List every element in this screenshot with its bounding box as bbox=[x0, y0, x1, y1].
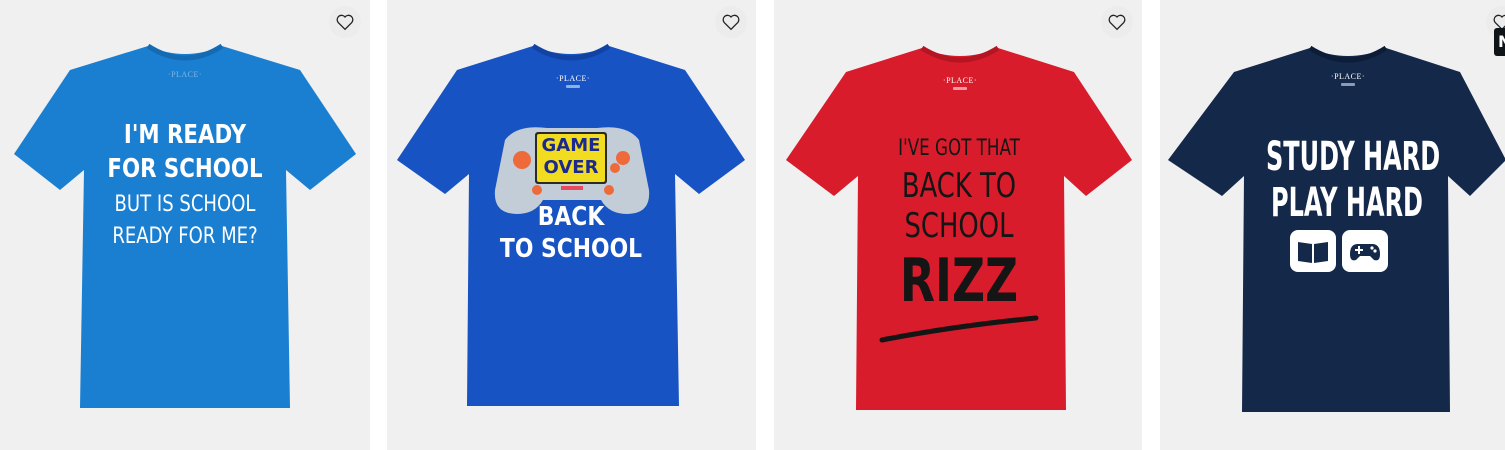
favorite-button[interactable] bbox=[329, 6, 361, 38]
graphic-line-1: BACK bbox=[537, 202, 605, 232]
product-card-3[interactable]: ·PLACE· I'VE GOT THAT BACK TO SCHOOL RIZ… bbox=[774, 0, 1142, 450]
game-controller-icon bbox=[1342, 230, 1388, 272]
graphic-line-1: I'VE GOT THAT bbox=[898, 136, 1020, 161]
product-card-1[interactable]: ·PLACE· I'M READY FOR SCHOOL BUT IS SCHO… bbox=[0, 0, 370, 450]
product-card-4[interactable]: ·PLACE· STUDY HARD PLAY HARD bbox=[1160, 0, 1505, 450]
product-card-2[interactable]: ·PLACE· GAME OVER BACK TO SCHOOL bbox=[387, 0, 756, 450]
brand-tag bbox=[566, 85, 580, 88]
corner-badge[interactable]: N bbox=[1494, 28, 1505, 56]
graphic-line-3: BUT IS SCHOOL bbox=[114, 192, 256, 217]
controller-word-1: GAME bbox=[541, 135, 601, 156]
brand-label: ·PLACE· bbox=[1330, 72, 1366, 81]
graphic-line-2: PLAY HARD bbox=[1271, 180, 1423, 226]
graphic-line-3: SCHOOL bbox=[904, 206, 1014, 246]
brand-label: ·PLACE· bbox=[167, 70, 203, 79]
graphic-line-2: BACK TO bbox=[901, 166, 1017, 206]
heart-outline-icon bbox=[1108, 14, 1126, 31]
heart-outline-icon bbox=[336, 14, 354, 31]
graphic-line-1: I'M READY bbox=[123, 120, 247, 150]
graphic-line-4: READY FOR ME? bbox=[112, 224, 258, 249]
graphic-line-4: RIZZ bbox=[899, 246, 1019, 316]
favorite-button[interactable] bbox=[1101, 6, 1133, 38]
brand-label: ·PLACE· bbox=[942, 76, 978, 85]
brand-label: ·PLACE· bbox=[555, 74, 591, 83]
graphic-line-2: TO SCHOOL bbox=[499, 234, 643, 264]
heart-outline-icon bbox=[722, 14, 740, 31]
brand-tag bbox=[1341, 83, 1355, 86]
favorite-button[interactable] bbox=[715, 6, 747, 38]
controller-word-2: OVER bbox=[543, 157, 599, 178]
brand-tag bbox=[953, 87, 967, 90]
book-icon bbox=[1290, 230, 1336, 272]
graphic-line-1: STUDY HARD bbox=[1266, 134, 1441, 180]
graphic-line-2: FOR SCHOOL bbox=[107, 154, 263, 184]
